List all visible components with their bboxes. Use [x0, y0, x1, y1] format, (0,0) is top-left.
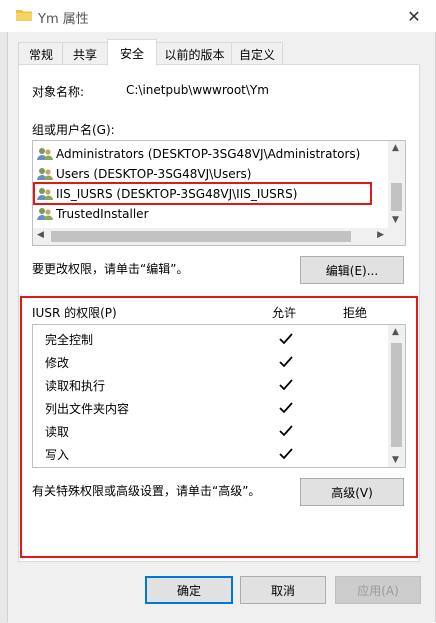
- permission-row: 完全控制: [45, 332, 94, 347]
- list-item[interactable]: TrustedInstaller: [37, 204, 149, 224]
- permission-row: 修改: [45, 355, 70, 370]
- cancel-button[interactable]: 取消: [240, 576, 326, 604]
- apply-button[interactable]: 应用(A): [335, 576, 421, 604]
- group-label: Administrators (DESKTOP-3SG48VJ\Administ…: [56, 147, 361, 161]
- window-title: Ym 属性: [38, 12, 89, 27]
- scroll-thumb[interactable]: [391, 343, 402, 447]
- folder-icon: [16, 10, 32, 21]
- deny-header: 拒绝: [343, 306, 368, 320]
- check-icon: [279, 448, 293, 460]
- permission-row: 读取: [45, 424, 70, 439]
- advanced-button[interactable]: 高级(V): [300, 478, 404, 506]
- tab-sharing[interactable]: 共享: [62, 42, 108, 65]
- permission-row: 写入: [45, 447, 70, 462]
- groups-label: 组或用户名(G):: [32, 123, 115, 137]
- allow-header: 允许: [272, 306, 297, 320]
- scroll-down-icon[interactable]: ▼: [392, 215, 399, 225]
- scroll-thumb[interactable]: [391, 183, 402, 211]
- scroll-right-icon[interactable]: ▶: [377, 230, 384, 240]
- scroll-left-icon[interactable]: ◀: [37, 230, 44, 240]
- edit-hint: 要更改权限，请单击“编辑”。: [32, 262, 189, 276]
- check-icon: [279, 402, 293, 414]
- tab-previous-versions[interactable]: 以前的版本: [156, 42, 233, 65]
- groups-horizontal-scrollbar[interactable]: ◀ ▶: [33, 228, 405, 245]
- scroll-thumb[interactable]: [51, 231, 351, 242]
- permission-row: 列出文件夹内容: [45, 401, 130, 416]
- users-icon: [37, 208, 53, 220]
- object-name-value: C:\inetpub\wwwroot\Ym: [126, 83, 269, 97]
- list-item[interactable]: Administrators (DESKTOP-3SG48VJ\Administ…: [37, 144, 360, 164]
- object-name-label: 对象名称:: [32, 85, 85, 99]
- check-icon: [279, 425, 293, 437]
- check-icon: [279, 356, 293, 368]
- scroll-up-icon[interactable]: ▲: [392, 143, 399, 153]
- permissions-vertical-scrollbar[interactable]: ▲ ▼: [388, 325, 405, 467]
- check-icon: [279, 379, 293, 391]
- tab-security[interactable]: 安全: [107, 39, 157, 66]
- permissions-list[interactable]: 完全控制 修改 读取和执行 列出文件夹内容 读取 写入 ▲ ▼: [32, 324, 406, 468]
- permissions-title: IUSR 的权限(P): [32, 306, 117, 320]
- edit-button[interactable]: 编辑(E)...: [300, 256, 404, 284]
- group-label: Users (DESKTOP-3SG48VJ\Users): [56, 167, 252, 181]
- users-icon: [37, 148, 53, 160]
- check-icon: [279, 333, 293, 345]
- highlight-iis-iusrs: [33, 182, 372, 205]
- group-label: TrustedInstaller: [56, 207, 149, 221]
- scroll-up-icon[interactable]: ▲: [392, 327, 399, 337]
- users-icon: [37, 168, 53, 180]
- close-icon[interactable]: ✕: [396, 4, 432, 28]
- tab-customize[interactable]: 自定义: [231, 42, 283, 65]
- advanced-hint: 有关特殊权限或高级设置，请单击“高级”。: [32, 484, 261, 498]
- permission-row: 读取和执行: [45, 378, 106, 393]
- scroll-down-icon[interactable]: ▼: [392, 455, 399, 465]
- list-item[interactable]: Users (DESKTOP-3SG48VJ\Users): [37, 164, 251, 184]
- ok-button[interactable]: 确定: [145, 576, 233, 604]
- tab-general[interactable]: 常规: [18, 42, 64, 65]
